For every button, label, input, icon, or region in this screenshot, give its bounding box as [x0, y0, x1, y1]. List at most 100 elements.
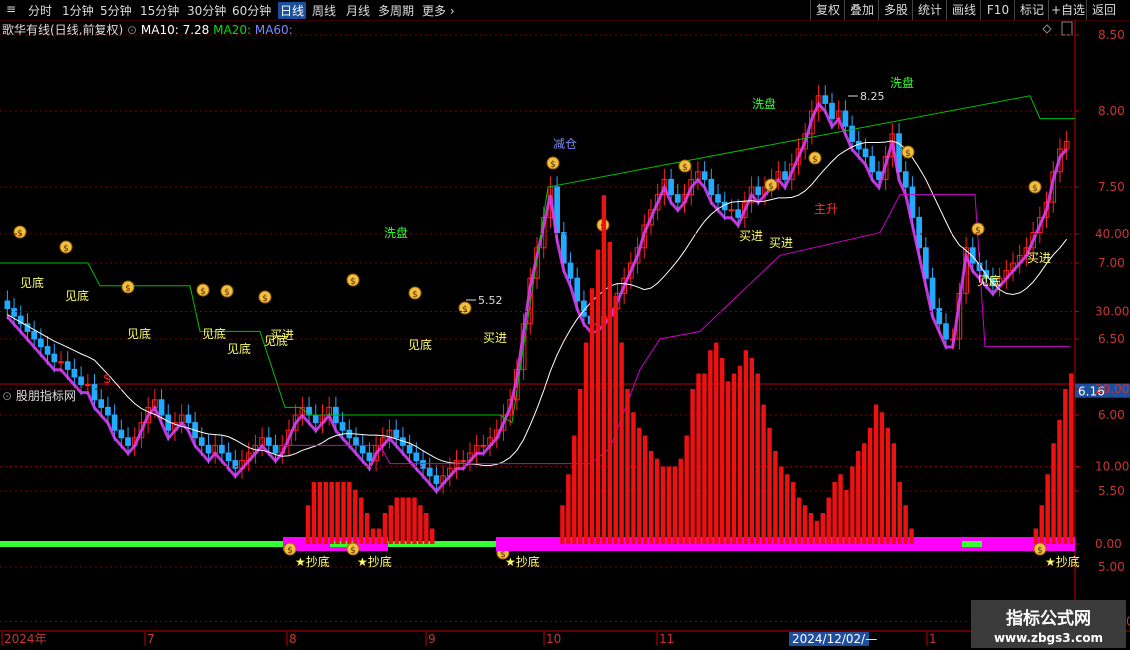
indicator-bar — [619, 342, 624, 544]
watermark-title: 指标公式网 — [1006, 609, 1091, 629]
signal-label-maijin: 买进 — [270, 328, 294, 342]
signal-label-zhusheng: 主升 — [814, 202, 838, 216]
signal-label-jiancang: 减仓 — [553, 137, 577, 151]
candle-body — [38, 338, 44, 348]
indicator-bar — [1057, 420, 1062, 544]
candle-body — [125, 437, 131, 446]
candle-body — [406, 444, 413, 454]
money-bag-symbol: $ — [812, 155, 818, 165]
price-tick-label: 5.00 — [1098, 560, 1125, 574]
indicator-bar — [566, 474, 571, 544]
signal-label-jiandi: 见底 — [227, 341, 251, 356]
indicator-bar — [731, 373, 737, 544]
indicator-bar — [577, 389, 583, 544]
indicator-bar — [761, 404, 766, 544]
candle-body — [668, 178, 674, 196]
signal-label-maijin: 买进 — [769, 236, 793, 250]
indicator-bar — [850, 466, 855, 544]
indicator-bar — [891, 443, 897, 544]
candle-body — [118, 429, 125, 439]
candle-body — [98, 399, 105, 408]
indicator-bar — [388, 505, 394, 544]
cursor-date-label: 2024/12/02/— — [792, 632, 877, 646]
signal-label-jiandi: 见底 — [127, 326, 151, 341]
indicator-bar — [359, 497, 364, 544]
candle-body — [728, 209, 735, 212]
indicator-bar — [696, 373, 701, 544]
candle-body — [359, 444, 366, 454]
indicator-bar — [637, 427, 642, 544]
indicator-bar — [790, 482, 796, 544]
signal-label-xipan: 洗盘 — [752, 96, 776, 111]
candle-body — [205, 444, 212, 454]
indicator-bar — [643, 435, 648, 544]
candle-body — [366, 452, 373, 462]
candle-body — [58, 361, 64, 364]
signal-label-jiandi: 见底 — [202, 326, 226, 341]
money-bag-symbol: $ — [1037, 546, 1043, 556]
indicator-bar — [844, 489, 849, 544]
indicator-bar — [595, 249, 601, 544]
indicator-bar — [382, 513, 388, 544]
indicator-bar — [329, 482, 334, 544]
indicator-bar — [903, 505, 908, 544]
indicator-bar — [879, 412, 885, 544]
candle-body — [71, 368, 78, 378]
candle-body — [265, 437, 272, 446]
candle-body — [31, 330, 38, 340]
indicator-bar — [743, 350, 749, 544]
indicator-bar — [625, 389, 630, 544]
diamond-icon — [1042, 24, 1052, 34]
watermark-url: www.zbgs3.com — [993, 631, 1104, 645]
indicator-bar — [909, 528, 914, 544]
indicator-bar — [418, 505, 423, 544]
candle-body — [185, 414, 192, 424]
indicator-bar — [631, 412, 636, 544]
candle-body — [225, 452, 232, 462]
money-bag-symbol: $ — [125, 284, 131, 294]
signal-label-chaodi: ★抄底 — [357, 554, 392, 569]
price-tick-label: 8.00 — [1098, 104, 1125, 118]
candle-body — [936, 308, 943, 325]
sub-tick-label: 30.00 — [1095, 305, 1129, 319]
indicator-bar — [755, 373, 760, 544]
candle-body — [44, 346, 51, 355]
date-tick-label: 2024年 — [4, 632, 47, 646]
money-bag-symbol: $ — [63, 244, 69, 254]
candle-body — [943, 323, 949, 340]
kline-chart[interactable]: 8.508.007.507.006.506.005.505.006.16$$$ $… — [0, 0, 1130, 650]
indicator-bar — [785, 474, 790, 544]
price-tick-label: 6.50 — [1098, 332, 1125, 346]
candle-body — [64, 361, 71, 370]
signal-label-jiandi: 见底 — [65, 288, 89, 303]
candle-body — [674, 194, 681, 203]
candle-body — [480, 444, 487, 447]
candle-body — [78, 376, 84, 386]
indicator-bar — [808, 513, 814, 544]
indicator-bar — [341, 482, 346, 544]
money-bag-symbol: $ — [262, 294, 268, 304]
signal-label-maijin: 买进 — [1027, 251, 1051, 265]
indicator-bar — [353, 489, 358, 544]
money-bag-symbol: $ — [287, 546, 293, 556]
indicator-bar — [400, 497, 405, 544]
money-bag-symbol: $ — [550, 160, 556, 170]
dollar-marker: $ — [103, 372, 111, 387]
indicator-bar — [1039, 505, 1044, 544]
date-tick-label: 8 — [289, 632, 297, 646]
candle-body — [11, 308, 17, 317]
candle-body — [232, 460, 239, 469]
candle-body — [272, 444, 279, 454]
candle-body — [413, 452, 420, 462]
candle-body — [842, 110, 849, 127]
candle-body — [339, 422, 346, 431]
signal-label-chaodi: ★抄底 — [1045, 554, 1080, 569]
indicator-bar — [583, 342, 589, 544]
indicator-bar — [814, 520, 820, 544]
indicator-bar — [1051, 443, 1056, 544]
indicator-bar — [678, 458, 683, 544]
indicator-bar — [572, 435, 577, 544]
indicator-bar — [773, 451, 778, 544]
indicator-bar — [820, 513, 826, 544]
candle-body — [91, 384, 98, 401]
